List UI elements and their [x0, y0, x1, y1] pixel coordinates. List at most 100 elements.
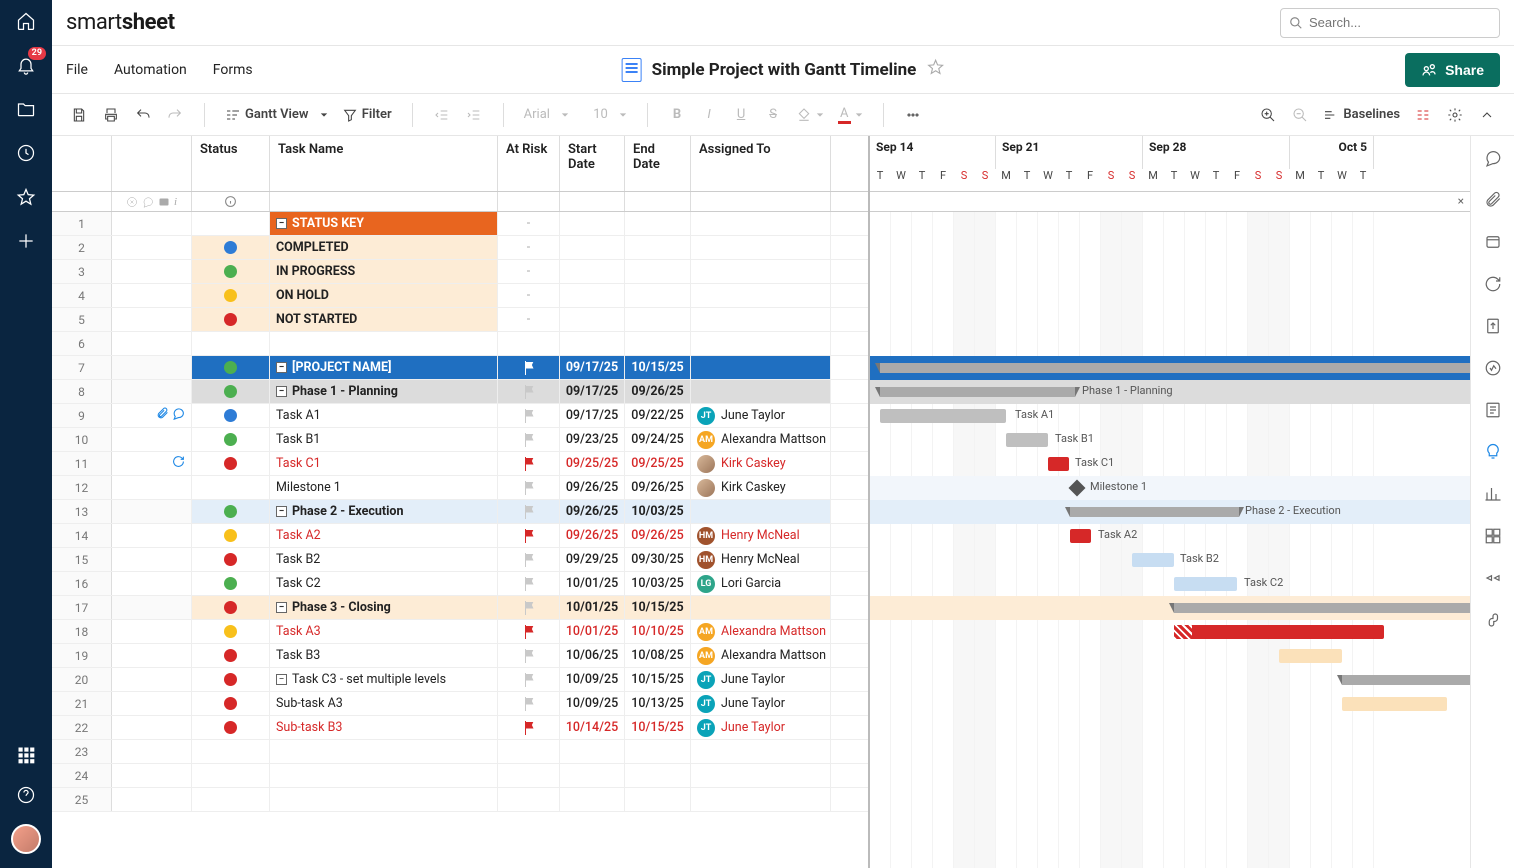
end-date-cell[interactable]: 09/25/25 — [625, 452, 691, 475]
row-number[interactable]: 22 — [52, 716, 112, 739]
task-cell[interactable]: Task B3 — [270, 644, 498, 667]
start-date-cell[interactable]: 10/01/25 — [560, 572, 625, 595]
status-cell[interactable] — [192, 212, 270, 235]
grid-row[interactable]: 20−Task C3 - set multiple levels10/09/25… — [52, 668, 868, 692]
task-cell[interactable]: ON HOLD — [270, 284, 498, 307]
risk-cell[interactable] — [498, 452, 560, 475]
task-cell[interactable] — [270, 740, 498, 763]
gantt-summary-bar[interactable] — [1342, 675, 1470, 685]
proofs-icon[interactable] — [1483, 232, 1503, 252]
strikethrough-icon[interactable]: S — [760, 101, 786, 129]
row-number[interactable]: 23 — [52, 740, 112, 763]
assigned-to-cell[interactable]: Kirk Caskey — [691, 476, 831, 499]
activity-log-icon[interactable] — [1483, 358, 1503, 378]
gantt-summary-bar[interactable] — [880, 363, 1470, 373]
status-cell[interactable] — [192, 308, 270, 331]
gantt-bar[interactable] — [1174, 625, 1384, 639]
conversations-icon[interactable] — [1483, 148, 1503, 168]
risk-cell[interactable] — [498, 380, 560, 403]
end-date-cell[interactable]: 09/22/25 — [625, 404, 691, 427]
app-launcher-icon[interactable] — [15, 744, 37, 766]
task-cell[interactable] — [270, 332, 498, 355]
status-cell[interactable] — [192, 740, 270, 763]
collapse-toggle[interactable]: − — [276, 386, 287, 397]
assigned-to-cell[interactable]: HMHenry McNeal — [691, 548, 831, 571]
task-cell[interactable]: −Phase 3 - Closing — [270, 596, 498, 619]
row-number[interactable]: 7 — [52, 356, 112, 379]
zoom-out-icon[interactable] — [1287, 101, 1313, 129]
start-date-cell[interactable]: 10/09/25 — [560, 668, 625, 691]
home-icon[interactable] — [15, 10, 37, 32]
filter-button[interactable]: Filter — [338, 101, 396, 129]
browse-icon[interactable] — [15, 98, 37, 120]
end-date-cell[interactable]: 10/03/25 — [625, 500, 691, 523]
row-number[interactable]: 19 — [52, 644, 112, 667]
start-date-cell[interactable] — [560, 236, 625, 259]
assigned-to-cell[interactable] — [691, 500, 831, 523]
settings-icon[interactable] — [1442, 101, 1468, 129]
status-cell[interactable] — [192, 668, 270, 691]
end-date-cell[interactable]: 10/10/25 — [625, 620, 691, 643]
search-field[interactable] — [1309, 15, 1491, 30]
add-icon[interactable] — [15, 230, 37, 252]
end-date-cell[interactable] — [625, 788, 691, 811]
grid-row[interactable]: 15Task B209/29/2509/30/25HMHenry McNeal — [52, 548, 868, 572]
risk-cell[interactable]: - — [498, 308, 560, 331]
grid-row[interactable]: 23 — [52, 740, 868, 764]
assigned-to-cell[interactable] — [691, 284, 831, 307]
grid-row[interactable]: 21Sub-task A310/09/2510/13/25JTJune Tayl… — [52, 692, 868, 716]
integrations-icon[interactable] — [1483, 610, 1503, 630]
task-cell[interactable]: Sub-task B3 — [270, 716, 498, 739]
risk-cell[interactable] — [498, 644, 560, 667]
zoom-in-icon[interactable] — [1255, 101, 1281, 129]
end-header[interactable]: End Date — [625, 136, 691, 191]
end-date-cell[interactable]: 10/15/25 — [625, 716, 691, 739]
brand-logo[interactable]: smartsheet — [66, 10, 175, 35]
start-date-cell[interactable]: 09/29/25 — [560, 548, 625, 571]
end-date-cell[interactable]: 09/24/25 — [625, 428, 691, 451]
redo-icon[interactable] — [162, 101, 188, 129]
assigned-to-cell[interactable] — [691, 788, 831, 811]
baselines-button[interactable]: Baselines — [1319, 101, 1404, 129]
grid-row[interactable]: 24 — [52, 764, 868, 788]
collapse-toggle[interactable]: − — [276, 506, 287, 517]
status-cell[interactable] — [192, 572, 270, 595]
assigned-to-cell[interactable] — [691, 740, 831, 763]
start-date-cell[interactable]: 09/26/25 — [560, 476, 625, 499]
grid-row[interactable]: 5NOT STARTED- — [52, 308, 868, 332]
risk-cell[interactable] — [498, 476, 560, 499]
end-date-cell[interactable] — [625, 764, 691, 787]
critical-path-icon[interactable] — [1410, 101, 1436, 129]
start-date-cell[interactable]: 09/26/25 — [560, 500, 625, 523]
row-number[interactable]: 17 — [52, 596, 112, 619]
gantt-bar[interactable] — [1006, 433, 1048, 447]
assigned-to-cell[interactable] — [691, 308, 831, 331]
end-date-cell[interactable]: 10/03/25 — [625, 572, 691, 595]
grid-row[interactable]: 12Milestone 109/26/2509/26/25Kirk Caskey — [52, 476, 868, 500]
start-date-cell[interactable] — [560, 284, 625, 307]
status-cell[interactable] — [192, 524, 270, 547]
start-date-cell[interactable] — [560, 740, 625, 763]
ai-panel-icon[interactable] — [1483, 442, 1503, 462]
row-number[interactable]: 6 — [52, 332, 112, 355]
task-cell[interactable]: Task A1 — [270, 404, 498, 427]
menu-file[interactable]: File — [66, 62, 88, 78]
status-cell[interactable] — [192, 380, 270, 403]
collapse-toggle[interactable]: − — [276, 362, 287, 373]
assigned-to-cell[interactable]: AMAlexandra Mattson — [691, 644, 831, 667]
risk-cell[interactable] — [498, 548, 560, 571]
risk-cell[interactable] — [498, 500, 560, 523]
assigned-to-cell[interactable] — [691, 356, 831, 379]
row-number[interactable]: 2 — [52, 236, 112, 259]
bold-icon[interactable]: B — [664, 101, 690, 129]
row-number[interactable]: 11 — [52, 452, 112, 475]
start-date-cell[interactable]: 10/01/25 — [560, 596, 625, 619]
gantt-bar[interactable] — [1279, 649, 1342, 663]
row-number[interactable]: 20 — [52, 668, 112, 691]
gantt-summary-bar[interactable] — [880, 387, 1075, 397]
start-date-cell[interactable]: 09/25/25 — [560, 452, 625, 475]
task-header[interactable]: Task Name — [270, 136, 498, 191]
task-cell[interactable]: −Phase 2 - Execution — [270, 500, 498, 523]
print-icon[interactable] — [98, 101, 124, 129]
grid-row[interactable]: 16Task C210/01/2510/03/25LGLori Garcia — [52, 572, 868, 596]
